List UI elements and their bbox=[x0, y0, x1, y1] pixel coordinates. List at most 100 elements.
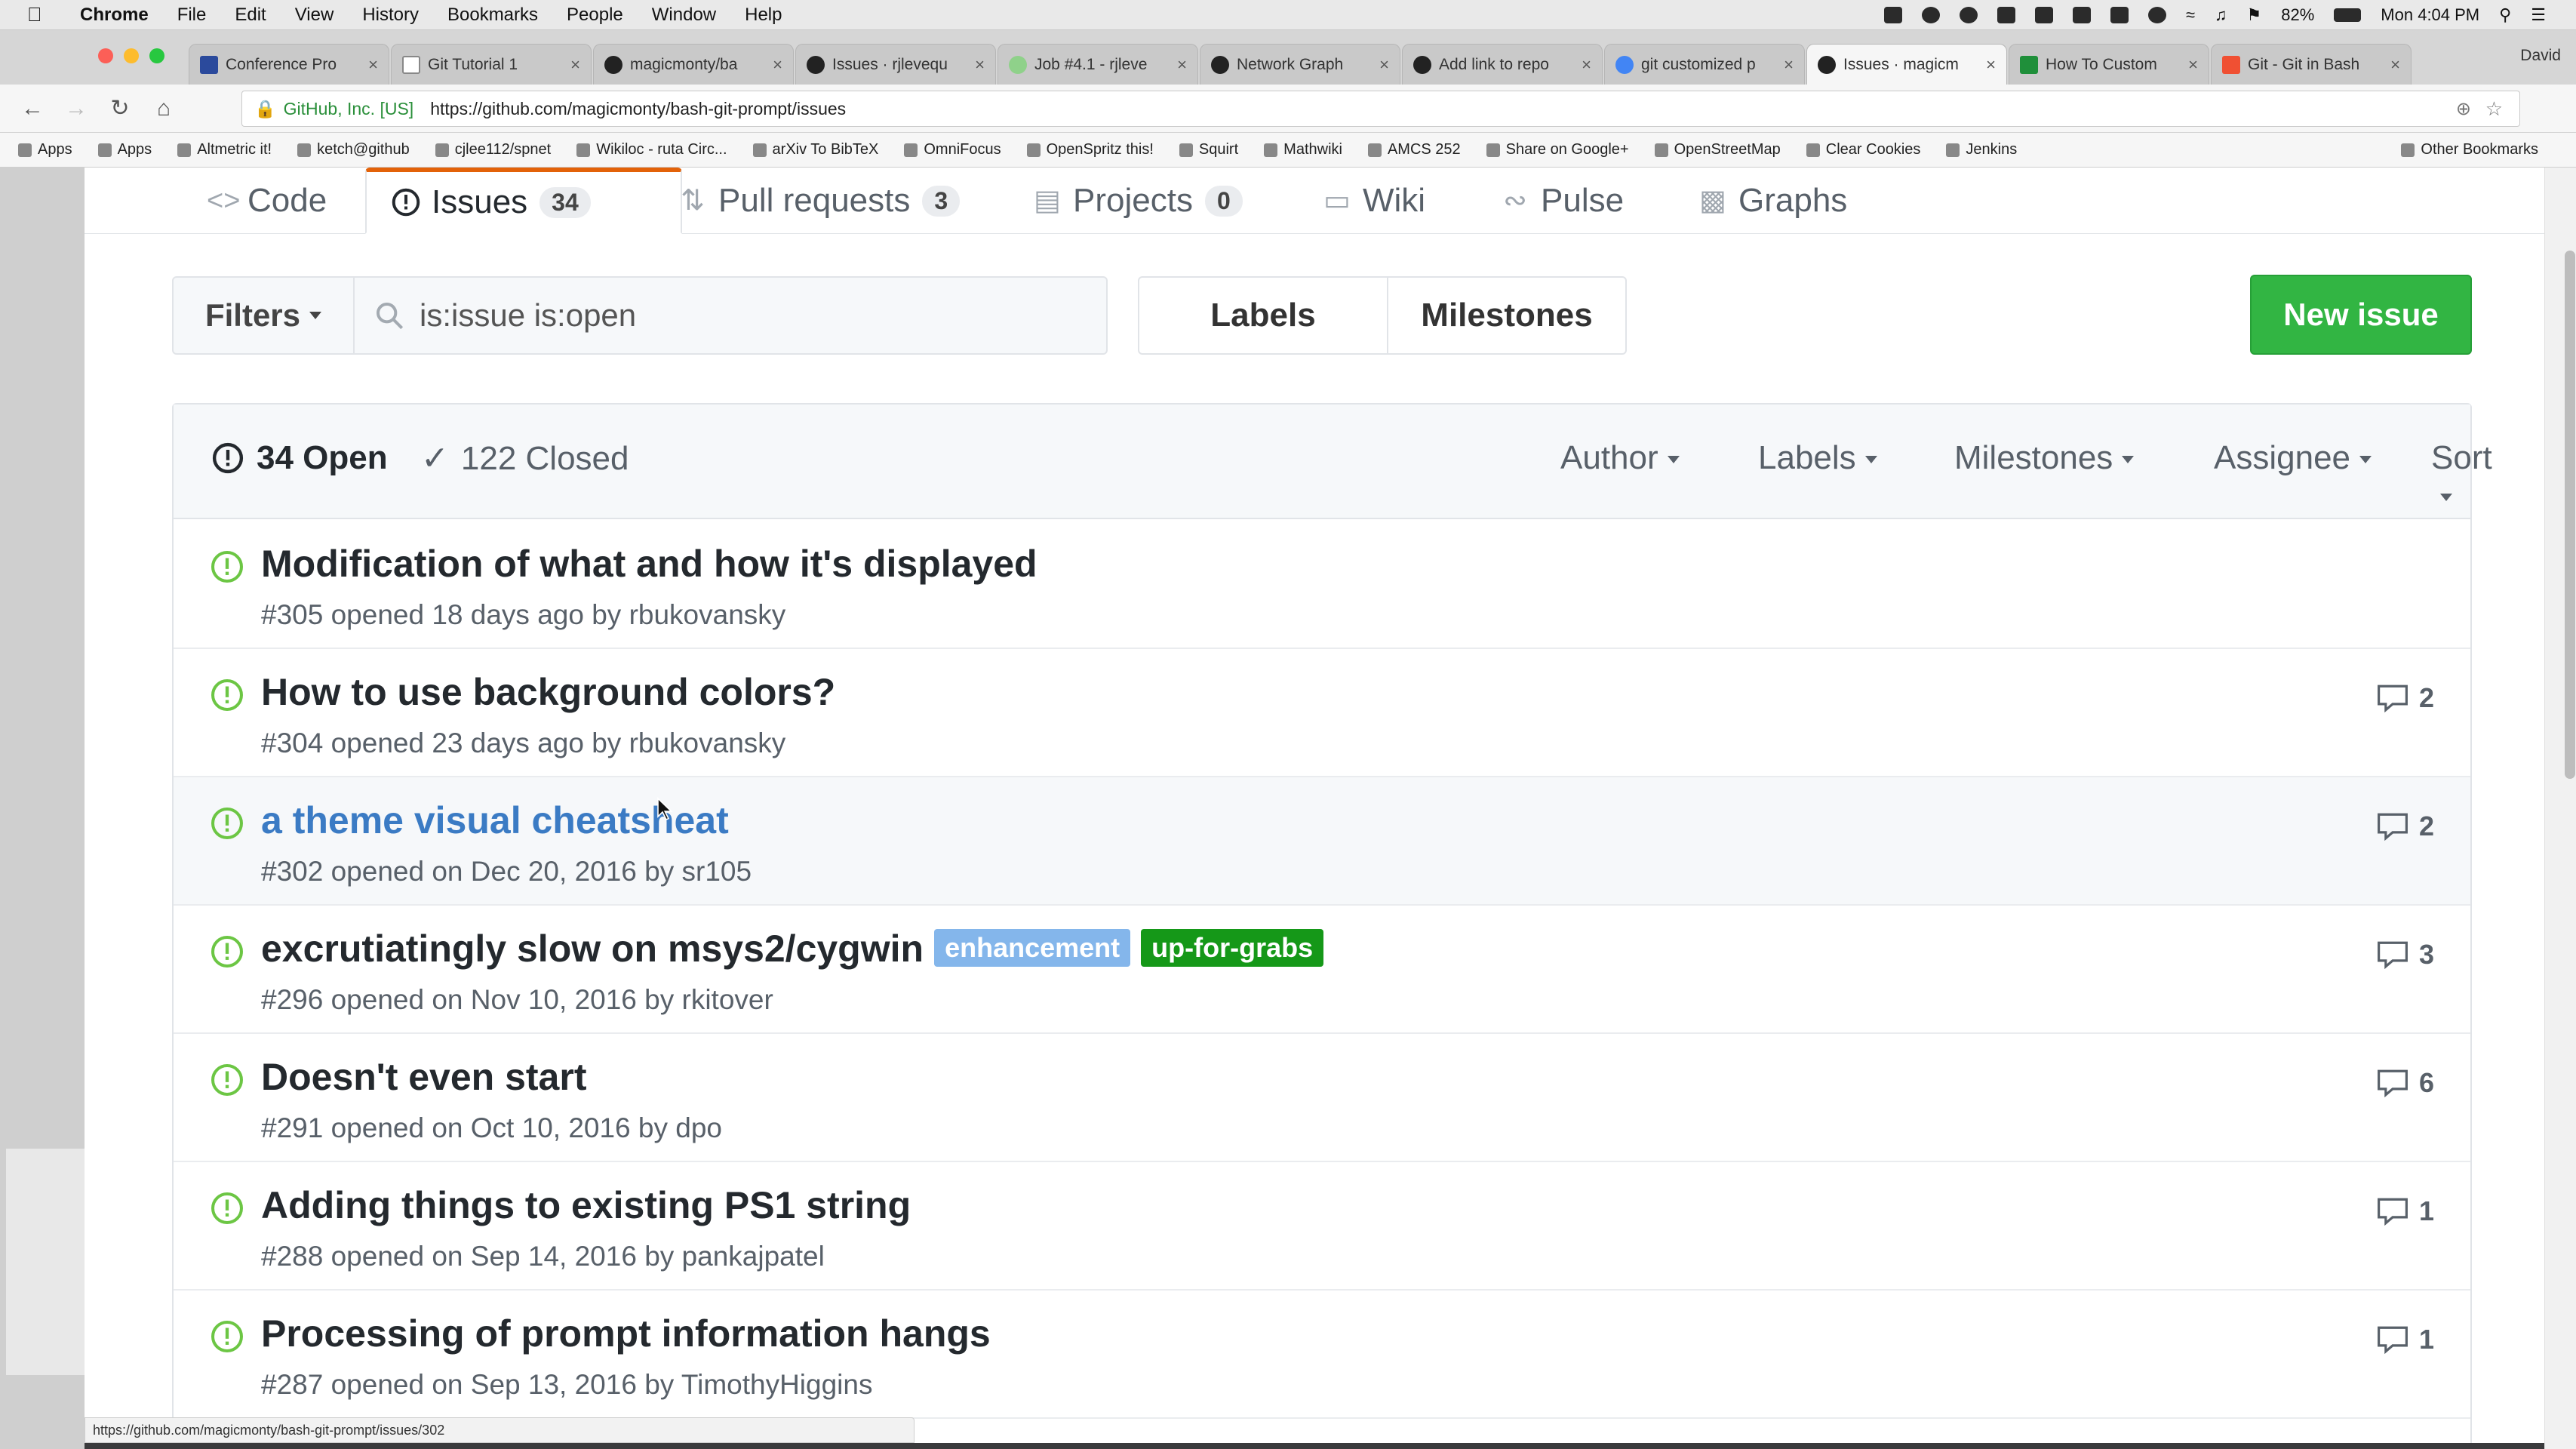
browser-tab-active[interactable]: Issues · magicm × bbox=[1806, 44, 2007, 85]
menu-help[interactable]: Help bbox=[745, 5, 782, 26]
issue-comments-link[interactable]: 3 bbox=[2377, 939, 2434, 971]
issue-comments-link[interactable]: 1 bbox=[2377, 1324, 2434, 1355]
close-tab-icon[interactable]: × bbox=[1177, 55, 1187, 75]
labels-button[interactable]: Labels bbox=[1138, 276, 1388, 355]
tab-projects[interactable]: ▤ Projects 0 bbox=[1032, 168, 1243, 234]
browser-tab[interactable]: Issues · rjlevequ × bbox=[795, 44, 996, 85]
sort-filter[interactable]: Sort bbox=[2431, 439, 2492, 515]
apple-menu-icon[interactable]:  bbox=[27, 3, 57, 26]
close-tab-icon[interactable]: × bbox=[1379, 55, 1389, 75]
tab-issues[interactable]: Issues 34 bbox=[365, 168, 682, 234]
browser-tab[interactable]: Git Tutorial 1 × bbox=[391, 44, 592, 85]
browser-tab[interactable]: magicmonty/ba × bbox=[593, 44, 794, 85]
other-bookmarks[interactable]: Other Bookmarks bbox=[2401, 141, 2538, 158]
minus-status-icon[interactable] bbox=[1959, 7, 1978, 23]
url-text[interactable]: https://github.com/magicmonty/bash-git-p… bbox=[430, 99, 846, 119]
issue-comments-link[interactable]: 2 bbox=[2377, 682, 2434, 714]
open-issues-toggle[interactable]: 34 Open bbox=[211, 439, 388, 477]
bookmark-item[interactable]: cjlee112/spnet bbox=[435, 141, 551, 158]
info-status-icon[interactable] bbox=[1921, 7, 1940, 23]
browser-tab[interactable]: Conference Pro × bbox=[189, 44, 389, 85]
browser-tab[interactable]: Git - Git in Bash × bbox=[2211, 44, 2412, 85]
b-status-icon[interactable] bbox=[2034, 7, 2053, 23]
issue-row[interactable]: Adding things to existing PS1 string #288… bbox=[174, 1162, 2470, 1291]
close-tab-icon[interactable]: × bbox=[1784, 55, 1794, 75]
issue-comments-link[interactable]: 6 bbox=[2377, 1067, 2434, 1099]
issue-row[interactable]: Doesn't even start #291 opened on Oct 10,… bbox=[174, 1034, 2470, 1162]
page-scrollbar[interactable] bbox=[2544, 168, 2576, 1449]
home-icon[interactable]: ⌂ bbox=[152, 96, 175, 122]
issue-row[interactable]: Modification of what and how it's displa… bbox=[174, 521, 2470, 649]
author-filter[interactable]: Author bbox=[1560, 439, 1680, 477]
bookmark-item[interactable]: arXiv To BibTeX bbox=[752, 141, 878, 158]
bookmark-item[interactable]: OpenStreetMap bbox=[1654, 141, 1781, 158]
close-tab-icon[interactable]: × bbox=[773, 55, 782, 75]
bookmark-item[interactable]: OmniFocus bbox=[904, 141, 1001, 158]
close-tab-icon[interactable]: × bbox=[1582, 55, 1591, 75]
bookmark-item[interactable]: Squirt bbox=[1179, 141, 1238, 158]
issue-row[interactable]: Processing of prompt information hangs #2… bbox=[174, 1291, 2470, 1419]
shield-status-icon[interactable] bbox=[1997, 7, 2015, 23]
issue-title-link[interactable]: How to use background colors? bbox=[261, 670, 835, 714]
battery-percent[interactable]: 82% bbox=[2281, 5, 2314, 25]
browser-tab[interactable]: Network Graph × bbox=[1200, 44, 1400, 85]
labels-filter[interactable]: Labels bbox=[1758, 439, 1877, 477]
bookmark-item[interactable]: Jenkins bbox=[1946, 141, 2017, 158]
profile-button[interactable]: David bbox=[2520, 47, 2561, 65]
new-issue-button[interactable]: New issue bbox=[2250, 275, 2472, 355]
bookmark-item[interactable]: Altmetric it! bbox=[177, 141, 272, 158]
bookmark-item[interactable]: Mathwiki bbox=[1264, 141, 1342, 158]
zoom-icon[interactable]: ⊕ bbox=[2456, 98, 2471, 120]
close-tab-icon[interactable]: × bbox=[975, 55, 985, 75]
menu-app-name[interactable]: Chrome bbox=[80, 5, 149, 26]
minimize-window-icon[interactable] bbox=[124, 48, 139, 63]
drive-status-icon[interactable] bbox=[1883, 7, 1902, 23]
menu-edit[interactable]: Edit bbox=[235, 5, 266, 26]
menu-window[interactable]: Window bbox=[652, 5, 716, 26]
close-window-icon[interactable] bbox=[98, 48, 113, 63]
bookmark-item[interactable]: Wikiloc - ruta Circ... bbox=[576, 141, 727, 158]
tab-pull-requests[interactable]: ⇅ Pull requests 3 bbox=[678, 168, 961, 234]
menu-history[interactable]: History bbox=[362, 5, 419, 26]
issue-comments-link[interactable]: 2 bbox=[2377, 811, 2434, 842]
notification-center-icon[interactable]: ☰ bbox=[2531, 5, 2546, 25]
spotlight-icon[interactable]: ⚲ bbox=[2499, 5, 2511, 25]
menu-bookmarks[interactable]: Bookmarks bbox=[447, 5, 538, 26]
time-machine-icon[interactable] bbox=[2147, 7, 2166, 23]
issue-title-link[interactable]: Modification of what and how it's displa… bbox=[261, 542, 1037, 586]
issue-row[interactable]: How to use background colors? #304 opened… bbox=[174, 649, 2470, 777]
closed-issues-toggle[interactable]: ✓ 122 Closed bbox=[421, 439, 629, 478]
tab-graphs[interactable]: ▩ Graphs bbox=[1698, 168, 1847, 234]
menu-clock[interactable]: Mon 4:04 PM bbox=[2381, 5, 2479, 25]
bookmark-item[interactable]: Apps bbox=[97, 141, 152, 158]
close-tab-icon[interactable]: × bbox=[2390, 55, 2400, 75]
bookmark-item[interactable]: ketch@github bbox=[297, 141, 410, 158]
battery-icon[interactable] bbox=[2334, 8, 2362, 22]
tab-wiki[interactable]: ▭ Wiki bbox=[1322, 168, 1425, 234]
bookmark-item[interactable]: Share on Google+ bbox=[1486, 141, 1629, 158]
close-tab-icon[interactable]: × bbox=[570, 55, 580, 75]
issue-title-link[interactable]: excrutiatingly slow on msys2/cygwin enhan… bbox=[261, 927, 1324, 971]
address-bar[interactable]: 🔒 GitHub, Inc. [US] https://github.com/m… bbox=[241, 91, 2520, 127]
browser-tab[interactable]: Add link to repo × bbox=[1402, 44, 1603, 85]
tab-code[interactable]: <> Code bbox=[207, 168, 327, 234]
browser-tab[interactable]: git customized p × bbox=[1604, 44, 1805, 85]
milestones-filter[interactable]: Milestones bbox=[1954, 439, 2135, 477]
back-icon[interactable]: ← bbox=[21, 96, 44, 122]
browser-tab[interactable]: Job #4.1 - rjleve × bbox=[998, 44, 1198, 85]
menu-file[interactable]: File bbox=[177, 5, 207, 26]
issue-comments-link[interactable]: 1 bbox=[2377, 1195, 2434, 1227]
issue-label-up-for-grabs[interactable]: up-for-grabs bbox=[1141, 929, 1324, 967]
milestones-button[interactable]: Milestones bbox=[1387, 276, 1627, 355]
issue-title-link[interactable]: Adding things to existing PS1 string bbox=[261, 1183, 911, 1227]
issue-title-link[interactable]: Doesn't even start bbox=[261, 1055, 586, 1099]
issue-search[interactable] bbox=[353, 276, 1108, 355]
close-tab-icon[interactable]: × bbox=[1986, 55, 1996, 75]
reload-icon[interactable]: ↻ bbox=[109, 95, 131, 122]
assignee-filter[interactable]: Assignee bbox=[2214, 439, 2372, 477]
filters-dropdown[interactable]: Filters bbox=[172, 276, 355, 355]
issue-row[interactable]: a theme visual cheatsheat #302 opened on … bbox=[174, 777, 2470, 906]
search-input[interactable] bbox=[420, 297, 1099, 334]
flag-icon[interactable]: ⚑ bbox=[2247, 5, 2262, 25]
bookmark-item[interactable]: AMCS 252 bbox=[1367, 141, 1461, 158]
